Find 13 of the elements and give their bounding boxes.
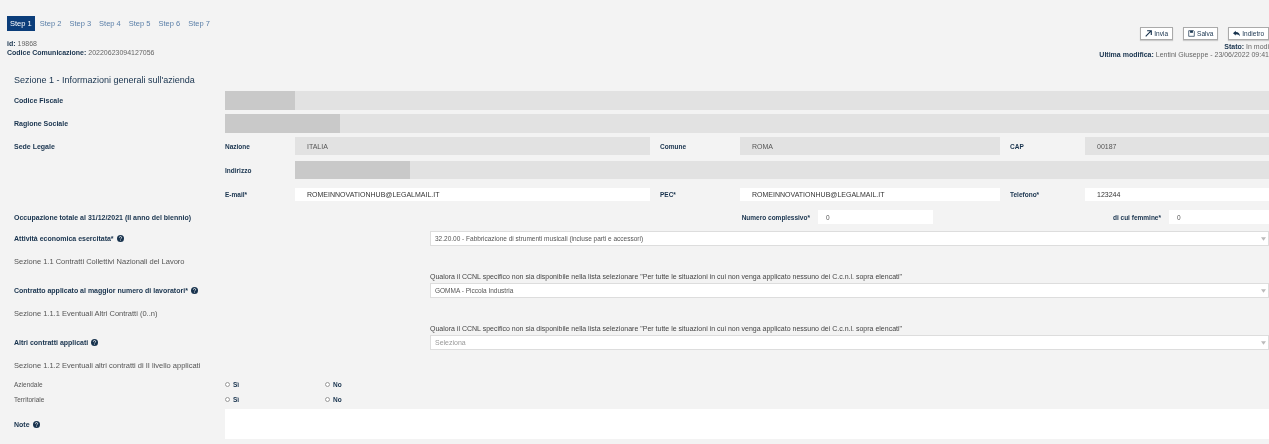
reply-arrow-icon — [1233, 30, 1241, 37]
section-title: Sezione 1 - Informazioni generali sull'azienda — [13, 74, 196, 87]
help-icon[interactable] — [190, 287, 198, 294]
redacted-field[interactable] — [225, 91, 1269, 110]
caret-icon — [1261, 288, 1266, 293]
caret-icon — [1261, 340, 1266, 345]
help-icon[interactable] — [91, 339, 99, 346]
caret-icon — [1261, 236, 1266, 241]
help-icon[interactable] — [32, 420, 40, 428]
redacted-field[interactable] — [225, 114, 1269, 133]
send-icon — [1145, 30, 1153, 37]
redacted-field[interactable] — [295, 161, 1269, 179]
help-icon[interactable] — [116, 235, 124, 242]
